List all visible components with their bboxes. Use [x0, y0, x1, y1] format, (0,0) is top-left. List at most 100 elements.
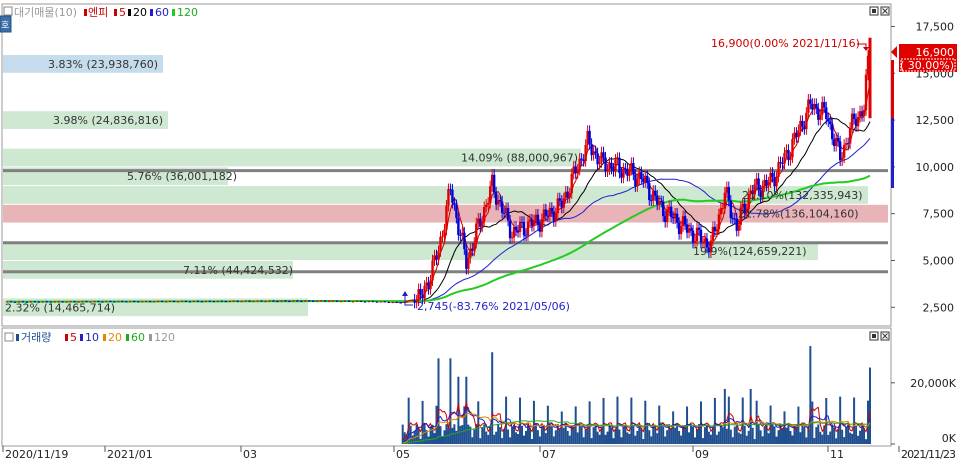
volume-bar	[409, 425, 412, 444]
candle-down	[683, 216, 687, 225]
candle-up	[628, 169, 631, 176]
volume-bar	[620, 437, 623, 444]
volume-bar	[590, 438, 593, 444]
volume-bar	[701, 438, 704, 444]
candle-up	[129, 301, 132, 303]
volume-bar	[441, 436, 444, 444]
side-toggle-button[interactable]: 호	[0, 15, 12, 33]
candle-down	[220, 300, 223, 302]
volume-bar	[809, 346, 812, 444]
candle-up	[232, 300, 235, 302]
volume-bar	[678, 430, 681, 444]
candle-down	[689, 228, 693, 231]
volume-legend-ma20: 20	[108, 331, 122, 344]
candle-down	[699, 229, 703, 243]
candle-down	[640, 172, 643, 180]
legend-marker	[150, 9, 153, 16]
legend-box	[4, 332, 14, 342]
volume-bar	[552, 436, 555, 444]
volume-bar	[544, 433, 547, 444]
volume-bar	[501, 438, 504, 444]
price-tick-label: 2,500	[923, 301, 955, 314]
candle-down	[371, 301, 375, 303]
supply-band-label: 7.11% (44,424,532)	[183, 264, 293, 277]
volume-bar	[467, 424, 470, 444]
volume-bar	[751, 427, 754, 444]
volume-bar	[670, 428, 673, 444]
volume-bar	[443, 430, 446, 444]
legend-box	[3, 6, 13, 16]
stock-chart: 2.32% (14,465,714) 7.11% (44,424,532) 19.9…	[0, 0, 959, 462]
volume-bar	[773, 426, 776, 444]
volume-bar	[427, 436, 430, 444]
candle-up	[554, 213, 558, 222]
volume-legend-ma60: 60	[131, 331, 145, 344]
volume-bar	[534, 424, 537, 444]
volume-bar	[630, 397, 633, 444]
volume-tick-label: 20,000K	[910, 377, 956, 390]
volume-bar	[849, 432, 852, 444]
candle-down	[284, 300, 287, 302]
candle-up	[717, 214, 721, 230]
volume-bar	[634, 435, 637, 444]
candle-down	[121, 301, 124, 303]
candle-up	[576, 169, 579, 174]
volume-bar	[580, 426, 583, 444]
candle-up	[487, 202, 490, 205]
candle-down	[133, 301, 136, 303]
volume-bar	[827, 434, 830, 444]
time-tick-label: 2021/01	[107, 448, 153, 461]
volume-bar	[644, 400, 647, 444]
candle-down	[308, 300, 311, 302]
candle-up	[339, 301, 343, 303]
volume-bar	[513, 424, 516, 444]
volume-bar	[799, 432, 802, 444]
candle-down	[697, 227, 701, 230]
volume-bar	[733, 426, 736, 444]
candle-down	[602, 152, 605, 158]
candle-down	[648, 183, 651, 201]
volume-bar	[429, 426, 432, 444]
high-annotation: 16,900(0.00% 2021/11/16)	[711, 37, 869, 51]
time-tick-label: 07	[542, 448, 556, 461]
price-tick-label: 12,500	[916, 114, 955, 127]
volume-bar	[606, 431, 609, 444]
volume-bar	[855, 425, 858, 444]
candle-up	[719, 208, 723, 215]
volume-bar	[845, 426, 848, 444]
volume-bar	[487, 434, 490, 444]
candle-down	[801, 120, 804, 127]
candle-down	[160, 301, 164, 303]
candle-up	[367, 301, 371, 303]
candle-up	[701, 242, 705, 244]
current-price-value: 16,900	[916, 46, 955, 59]
candle-down	[387, 301, 390, 303]
volume-bar	[461, 425, 464, 444]
candle-up	[518, 221, 522, 232]
volume-bar	[839, 396, 842, 444]
candle-down	[610, 162, 613, 169]
candle-down	[588, 130, 591, 144]
volume-bar	[636, 430, 639, 444]
volume-bar	[473, 429, 476, 444]
candle-up	[622, 168, 625, 178]
volume-bar	[632, 425, 635, 444]
volume-bar	[612, 438, 615, 444]
volume-bar	[680, 435, 683, 444]
candle-up	[737, 224, 740, 231]
candle-up	[485, 204, 488, 208]
candle-up	[568, 193, 571, 198]
price-tick-label: 10,000	[916, 161, 955, 174]
time-tick-label: 2020/11/19	[5, 448, 68, 461]
volume-bar	[540, 426, 543, 444]
candle-up	[216, 301, 219, 303]
volume-bar	[694, 437, 697, 444]
candle-up	[443, 229, 446, 237]
candle-up	[862, 110, 866, 117]
candle-up	[252, 301, 255, 303]
volume-bar	[853, 397, 856, 444]
candle-up	[723, 192, 727, 209]
volume-bar	[813, 437, 816, 444]
candle-down	[363, 301, 367, 303]
volume-bar	[707, 431, 710, 444]
